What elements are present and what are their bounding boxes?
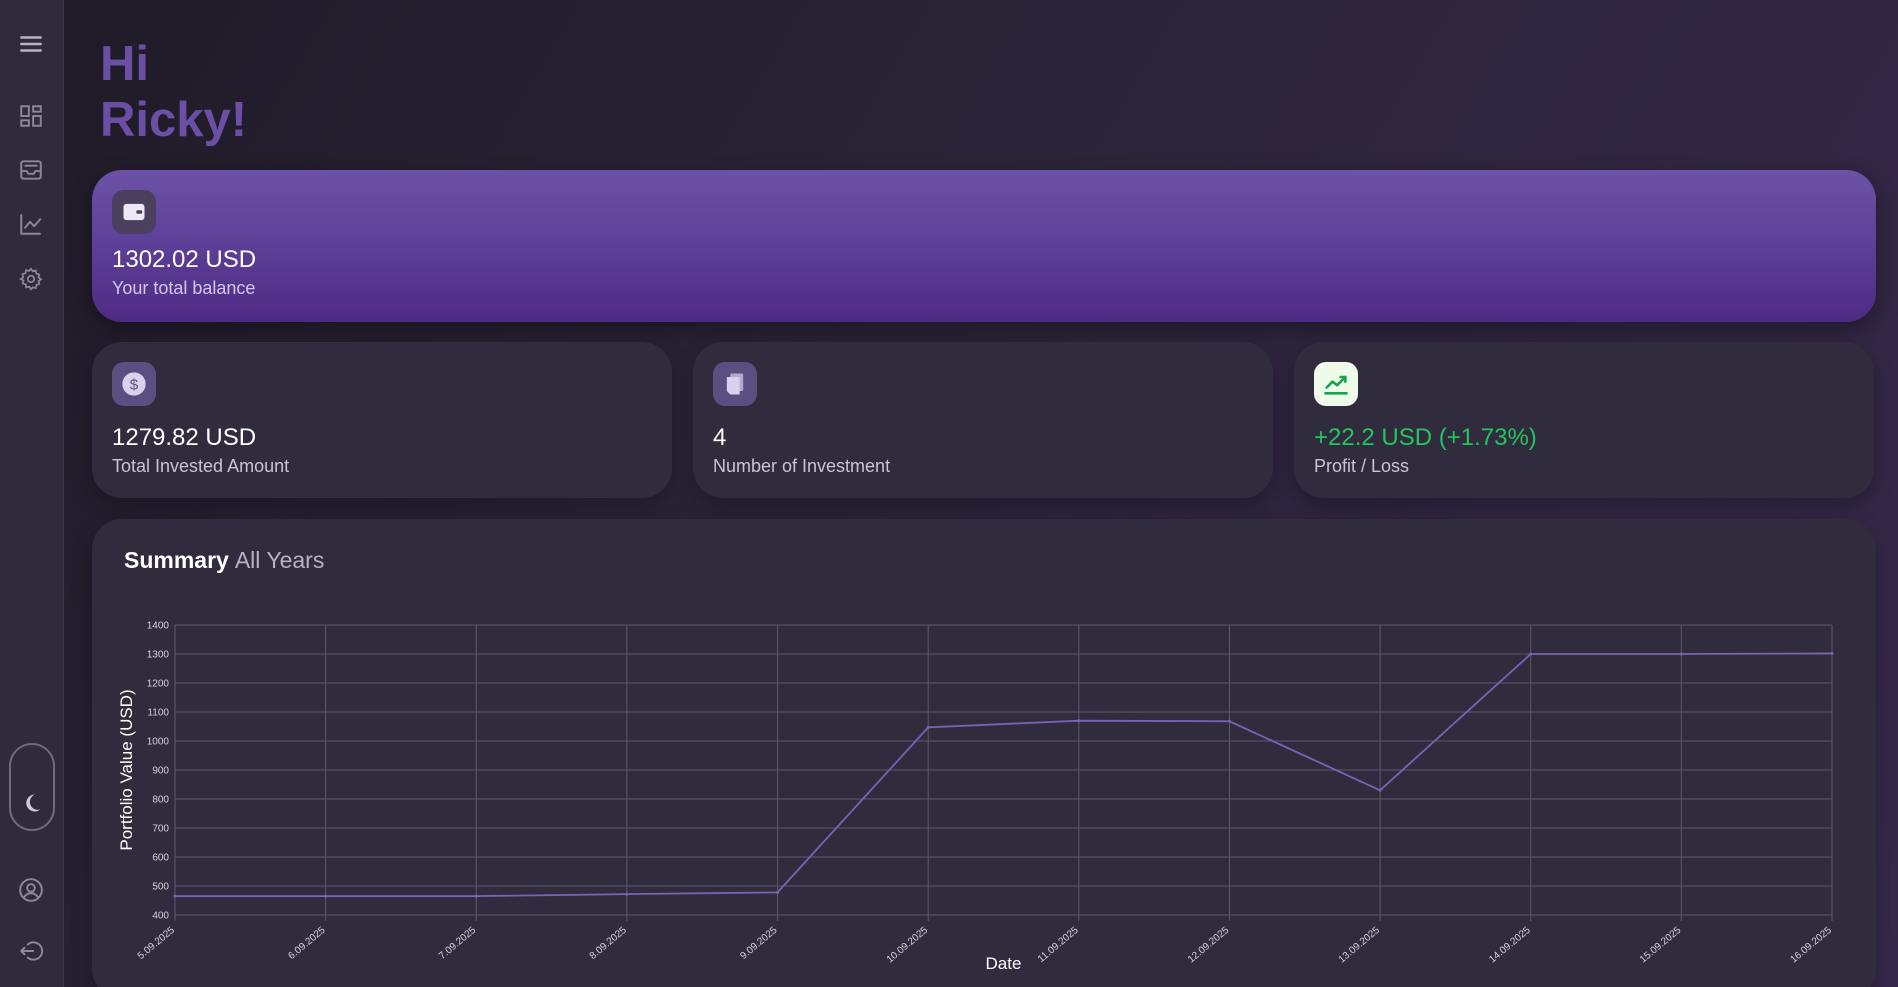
data-point: [926, 725, 930, 729]
data-point: [1529, 652, 1533, 656]
x-tick-label: 12.09.2025: [1186, 925, 1232, 966]
greeting-line-2: Ricky!: [100, 93, 248, 147]
settings-icon[interactable]: [17, 265, 45, 293]
y-axis-title: Portfolio Value (USD): [117, 689, 136, 850]
stat-card-invested: $ 1279.82 USD Total Invested Amount: [92, 342, 672, 498]
profile-icon[interactable]: [17, 876, 45, 904]
dollar-icon: $: [112, 362, 156, 406]
x-tick-label: 8.09.2025: [588, 925, 629, 962]
y-tick-label: 400: [152, 911, 169, 922]
x-tick-label: 11.09.2025: [1036, 925, 1081, 965]
stat-card-count: 4 Number of Investment: [693, 342, 1273, 498]
trend-up-icon: [1314, 362, 1358, 406]
greeting-line-1: Hi: [100, 37, 149, 91]
logout-icon[interactable]: [17, 937, 45, 965]
chart-icon[interactable]: [17, 210, 45, 238]
data-point: [1227, 719, 1231, 723]
x-tick-label: 13.09.2025: [1337, 925, 1383, 966]
x-tick-label: 15.09.2025: [1638, 925, 1684, 966]
x-tick-label: 9.09.2025: [738, 925, 779, 962]
documents-icon: [713, 362, 757, 406]
data-point: [625, 892, 629, 896]
moon-icon: [26, 794, 41, 812]
dashboard-icon[interactable]: [17, 102, 45, 130]
balance-card: 1302.02 USD Your total balance: [92, 170, 1876, 322]
series-line: [175, 652, 1833, 898]
y-tick-label: 600: [152, 853, 169, 864]
portfolio-line-chart: 400 500 600 700 800 900 1000 1100 1200 1300 1400 5.…: [117, 621, 1835, 974]
data-point: [776, 890, 780, 894]
x-tick-label: 6.09.2025: [286, 925, 327, 962]
inbox-icon[interactable]: [17, 156, 45, 184]
y-tick-label: 900: [152, 766, 169, 777]
svg-text:$: $: [130, 376, 139, 393]
y-tick-label: 1200: [147, 679, 170, 690]
y-tick-label: 800: [152, 795, 169, 806]
data-point: [1378, 788, 1382, 792]
data-point: [474, 894, 478, 898]
data-point: [1679, 652, 1683, 656]
y-tick-label: 1000: [147, 737, 170, 748]
y-tick-label: 1300: [147, 650, 170, 661]
y-tick-label: 1400: [147, 621, 170, 632]
wallet-icon: [112, 190, 156, 234]
theme-toggle[interactable]: [9, 743, 55, 831]
y-tick-label: 700: [152, 824, 169, 835]
x-tick-label: 14.09.2025: [1487, 925, 1533, 966]
data-point: [1077, 719, 1081, 723]
stat-card-profit: +22.2 USD (+1.73%) Profit / Loss: [1294, 342, 1874, 498]
menu-icon[interactable]: [17, 30, 45, 58]
summary-card: Summary All Years 400 500 600 700 800 900 1000 1…: [92, 519, 1876, 987]
investment-count-value: 4: [713, 424, 727, 451]
y-tick-label: 1100: [147, 708, 169, 719]
sidebar: [0, 0, 64, 987]
balance-label: Your total balance: [112, 278, 256, 298]
profit-label: Profit / Loss: [1314, 456, 1410, 476]
x-tick-label: 16.09.2025: [1789, 925, 1835, 966]
x-tick-label: 7.09.2025: [437, 925, 478, 962]
data-point: [173, 894, 177, 898]
page-title: Hi Ricky!: [100, 36, 247, 148]
balance-value: 1302.02 USD: [112, 246, 257, 273]
invested-value: 1279.82 USD: [112, 424, 257, 451]
investment-count-label: Number of Investment: [713, 456, 891, 476]
app-window: Hi Ricky! 1302.02 USD Your total balance…: [0, 0, 1898, 987]
data-point: [324, 894, 328, 898]
y-tick-label: 500: [152, 882, 169, 893]
x-tick-label: 10.09.2025: [885, 925, 931, 966]
x-tick-label: 5.09.2025: [136, 925, 177, 962]
data-point: [1830, 651, 1834, 655]
x-axis-title: Date: [986, 954, 1022, 973]
invested-label: Total Invested Amount: [112, 456, 290, 476]
profit-value: +22.2 USD (+1.73%): [1314, 424, 1537, 451]
